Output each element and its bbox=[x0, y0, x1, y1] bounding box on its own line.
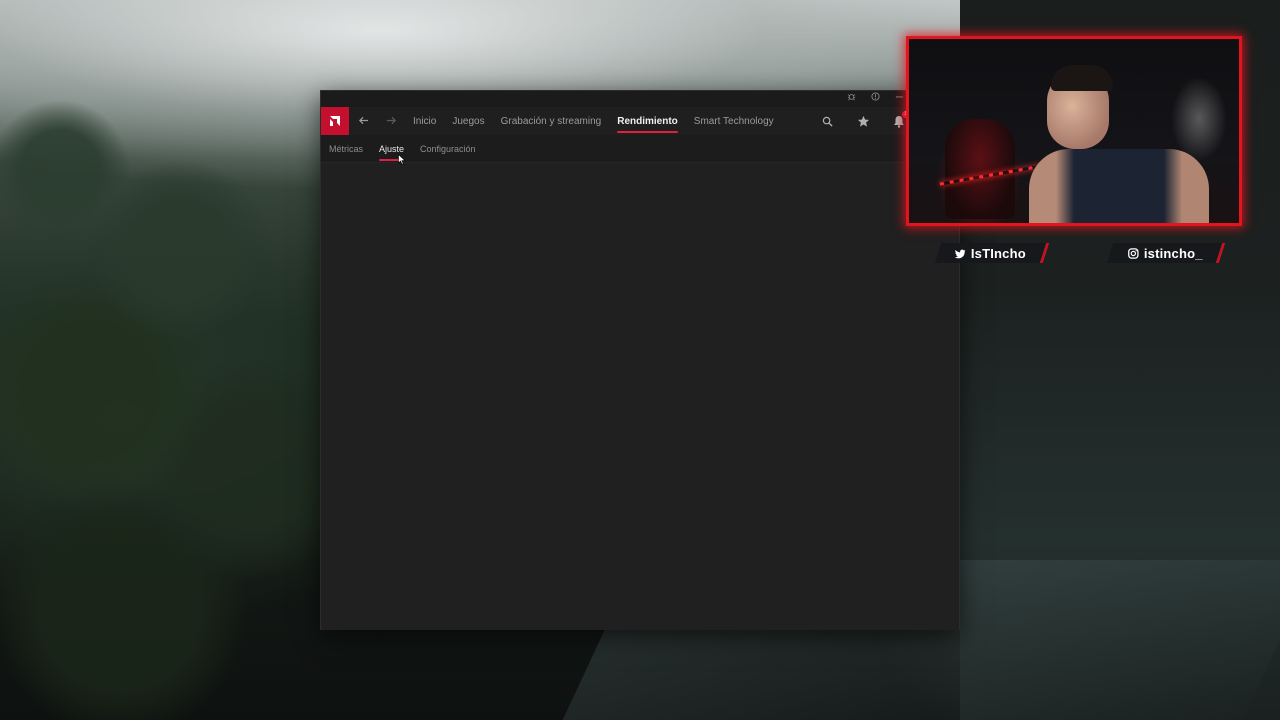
amd-software-window: Inicio Juegos Grabación y streaming Rend… bbox=[320, 90, 960, 630]
notifications-bell-icon[interactable]: 1 bbox=[891, 111, 909, 129]
webcam-frame bbox=[906, 36, 1242, 226]
back-button[interactable] bbox=[349, 107, 377, 135]
title-controls bbox=[845, 92, 905, 104]
tab-smart-technology[interactable]: Smart Technology bbox=[686, 107, 782, 135]
main-nav: Inicio Juegos Grabación y streaming Rend… bbox=[321, 107, 959, 135]
arrow-right-icon bbox=[386, 114, 397, 129]
tab-grabacion-streaming[interactable]: Grabación y streaming bbox=[493, 107, 610, 135]
gaming-chair bbox=[945, 119, 1015, 219]
twitter-handle: IsTIncho bbox=[971, 245, 1027, 261]
instagram-icon bbox=[1127, 247, 1139, 259]
minimize-icon[interactable] bbox=[893, 92, 905, 104]
subtab-configuracion[interactable]: Configuración bbox=[412, 135, 484, 163]
mouse-cursor-icon bbox=[398, 152, 406, 165]
forward-button[interactable] bbox=[377, 107, 405, 135]
twitter-icon bbox=[954, 247, 966, 259]
subtab-metricas[interactable]: Métricas bbox=[321, 135, 371, 163]
amd-logo[interactable] bbox=[321, 107, 349, 135]
tab-rendimiento[interactable]: Rendimiento bbox=[609, 107, 686, 135]
content-area bbox=[321, 164, 959, 630]
favorites-star-icon[interactable] bbox=[855, 113, 871, 129]
streamer-body bbox=[1029, 149, 1209, 223]
sub-nav: Métricas Ajuste Configuración bbox=[321, 135, 959, 163]
search-icon[interactable] bbox=[819, 113, 835, 129]
forest-trees bbox=[0, 90, 330, 720]
nav-actions: 1 bbox=[819, 107, 909, 135]
twitter-tag: IsTIncho bbox=[934, 243, 1050, 263]
webcam-feed bbox=[909, 39, 1239, 223]
help-icon[interactable] bbox=[869, 92, 881, 104]
arrow-left-icon bbox=[358, 114, 369, 129]
streamer-hair bbox=[1051, 65, 1113, 91]
instagram-tag: istincho_ bbox=[1106, 243, 1226, 263]
tab-juegos[interactable]: Juegos bbox=[444, 107, 492, 135]
instagram-handle: istincho_ bbox=[1143, 245, 1203, 261]
bug-report-icon[interactable] bbox=[845, 92, 857, 104]
title-bar[interactable] bbox=[321, 91, 959, 107]
tab-inicio[interactable]: Inicio bbox=[405, 107, 444, 135]
